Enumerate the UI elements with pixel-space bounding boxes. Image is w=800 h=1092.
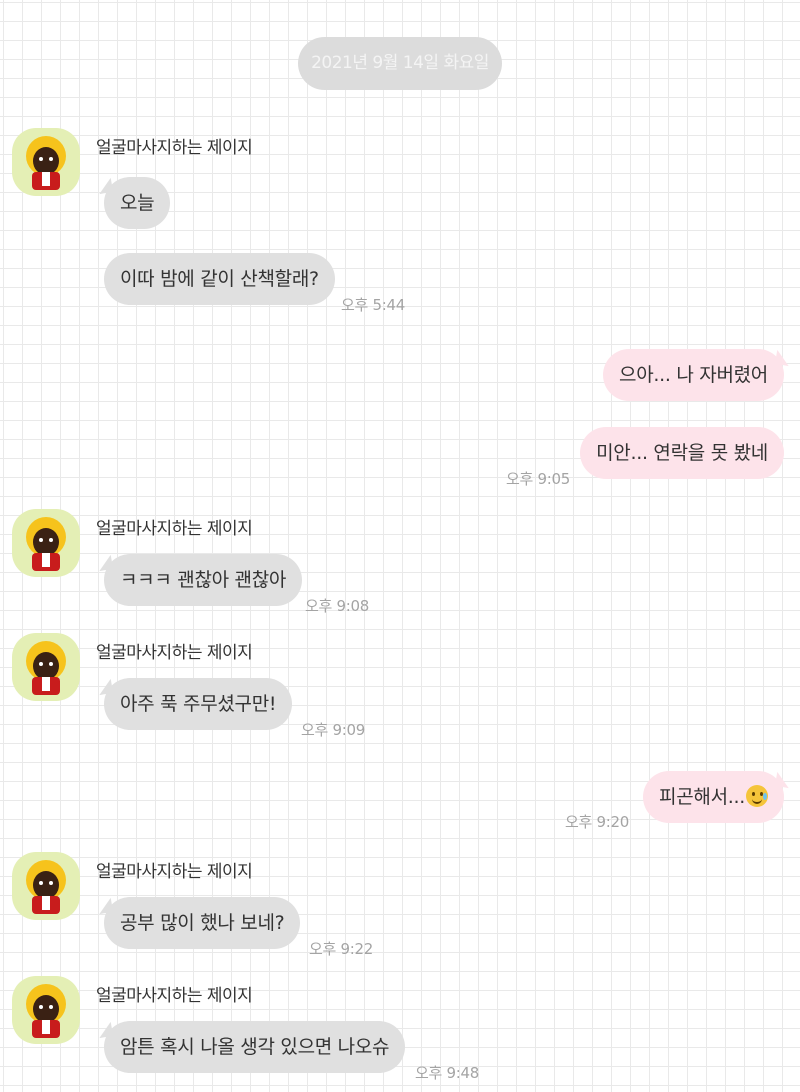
message-timestamp: 오후 9:05 [506, 470, 570, 488]
message-bubble[interactable]: 으아... 나 자버렸어 [603, 349, 784, 401]
message-text: 공부 많이 했나 보네? [120, 912, 285, 934]
sender-avatar[interactable] [12, 128, 80, 196]
message-text: 아주 푹 주무셨구만! [120, 693, 277, 715]
character-icon [26, 641, 66, 695]
message-bubble[interactable]: 이따 밤에 같이 산책할래? [104, 253, 335, 305]
message-bubble[interactable]: 암튼 혹시 나올 생각 있으면 나오슈 [104, 1021, 406, 1073]
character-icon [26, 984, 66, 1038]
message-bubble[interactable]: 아주 푹 주무셨구만! [104, 678, 293, 730]
sender-avatar[interactable] [12, 633, 80, 701]
message-text: 암튼 혹시 나올 생각 있으면 나오슈 [120, 1036, 390, 1058]
sender-name: 얼굴마사지하는 제이지 [96, 986, 253, 1006]
message-text: ㅋㅋㅋ 괜찮아 괜찮아 [120, 569, 287, 591]
message-timestamp: 오후 9:09 [301, 721, 365, 739]
sender-name: 얼굴마사지하는 제이지 [96, 643, 253, 663]
message-bubble[interactable]: 공부 많이 했나 보네? [104, 897, 301, 949]
smiling-face-with-tear-icon [746, 785, 768, 807]
message-text: 피곤해서... [659, 786, 745, 808]
character-icon [26, 136, 66, 190]
message-text: 이따 밤에 같이 산책할래? [120, 268, 319, 290]
message-text: 미안... 연락을 못 봤네 [596, 442, 768, 464]
message-timestamp: 오후 9:08 [305, 597, 369, 615]
character-icon [26, 517, 66, 571]
message-timestamp: 오후 9:20 [565, 813, 629, 831]
character-icon [26, 860, 66, 914]
message-bubble[interactable]: 오늘 [104, 177, 171, 229]
message-timestamp: 오후 9:22 [309, 940, 373, 958]
message-bubble[interactable]: 피곤해서... [643, 771, 784, 823]
message-text: 오늘 [120, 192, 155, 214]
message-bubble[interactable]: ㅋㅋㅋ 괜찮아 괜찮아 [104, 554, 303, 606]
sender-name: 얼굴마사지하는 제이지 [96, 862, 253, 882]
sender-name: 얼굴마사지하는 제이지 [96, 519, 253, 539]
date-divider: 2021년 9월 14일 화요일 [298, 37, 502, 90]
sender-avatar[interactable] [12, 976, 80, 1044]
sender-avatar[interactable] [12, 509, 80, 577]
sender-avatar[interactable] [12, 852, 80, 920]
message-bubble[interactable]: 미안... 연락을 못 봤네 [580, 427, 784, 479]
sender-name: 얼굴마사지하는 제이지 [96, 138, 253, 158]
message-text: 으아... 나 자버렸어 [619, 364, 768, 386]
message-timestamp: 오후 5:44 [341, 296, 405, 314]
message-timestamp: 오후 9:48 [415, 1064, 479, 1082]
